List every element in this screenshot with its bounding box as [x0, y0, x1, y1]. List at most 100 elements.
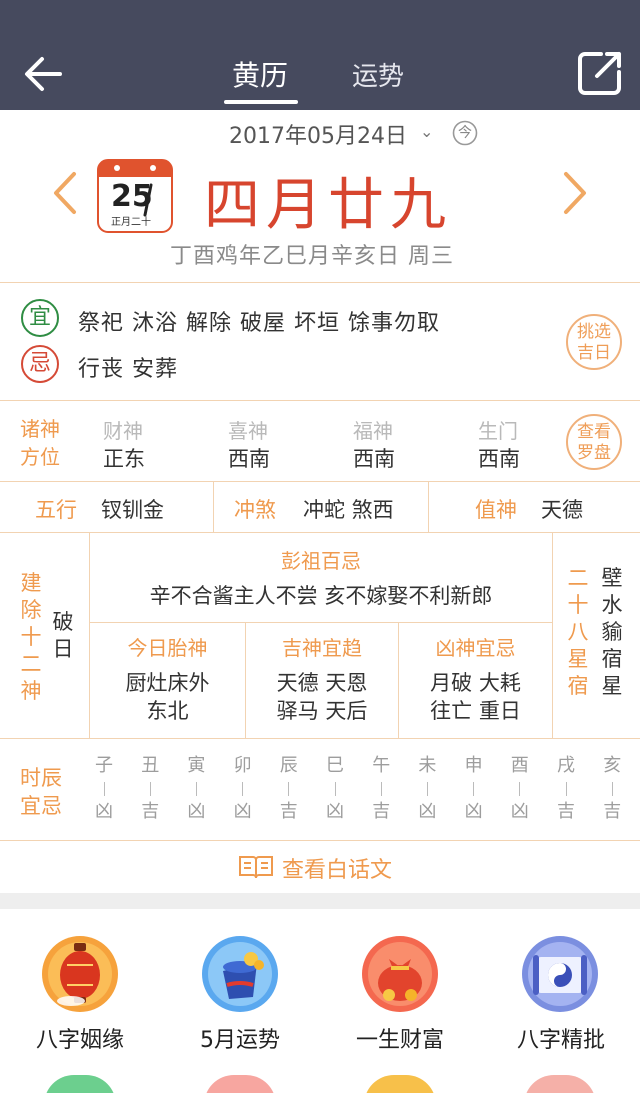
pick-auspicious-day-button[interactable]: 挑选 吉日 — [566, 314, 622, 370]
hour-branch: 午 — [372, 755, 391, 776]
lantern-icon-graphic — [42, 936, 118, 1012]
service-icon-partial-2[interactable] — [204, 1075, 276, 1093]
god-name-shengmen: 生门 — [478, 419, 518, 443]
lantern-icon[interactable] — [41, 935, 119, 1013]
today-button[interactable]: 今 — [452, 120, 478, 146]
chongsha-value: 冲蛇 煞西 — [303, 498, 394, 522]
hours-label-line1: 时辰 — [20, 766, 62, 790]
hour-connector — [242, 782, 244, 796]
next-day-arrow-icon[interactable] — [560, 170, 590, 216]
view-compass-button[interactable]: 查看 罗盘 — [566, 414, 622, 470]
calendar-icon[interactable]: 25 正月二十 — [97, 157, 173, 233]
hour-column: 戌吉 — [551, 754, 581, 824]
gods-label-line1: 诸神 — [20, 417, 60, 441]
xiongshen-values: 月破 大耗 往亡 重日 — [399, 669, 552, 725]
wuxing-value: 钗钏金 — [101, 498, 164, 522]
service-icon-partial-1[interactable] — [44, 1075, 116, 1093]
compass-button-line1: 查看 — [577, 422, 611, 442]
back-arrow-icon[interactable] — [22, 52, 66, 96]
book-icon — [239, 856, 273, 879]
treasure-pot-icon[interactable] — [201, 935, 279, 1013]
service-label-monthly-fortune[interactable]: 5月运势 — [160, 1022, 320, 1054]
pick-button-line1: 挑选 — [577, 322, 611, 342]
hour-column: 午吉 — [366, 754, 396, 824]
compass-button-line2: 罗盘 — [577, 443, 611, 463]
divider — [0, 282, 640, 283]
hour-branch: 申 — [464, 755, 483, 776]
jishen-title: 吉神宜趋 — [282, 636, 362, 660]
hour-branch: 戌 — [557, 755, 575, 776]
xingsu-label-text: 二十八星宿 — [567, 566, 589, 698]
service-icon-partial-3[interactable] — [364, 1075, 436, 1093]
hour-connector — [519, 782, 521, 796]
hour-branch: 寅 — [187, 755, 206, 776]
god-name-fushen: 福神 — [353, 419, 393, 443]
hour-connector — [426, 782, 428, 796]
prev-day-arrow-icon[interactable] — [50, 170, 80, 216]
yi-activities: 祭祀 沐浴 解除 破屋 坏垣 馀事勿取 — [78, 311, 440, 336]
tab-yunshi[interactable]: 运势 — [352, 56, 404, 93]
hour-column: 卯凶 — [228, 754, 258, 824]
today-badge-label: 今 — [458, 125, 472, 141]
hour-connector — [565, 782, 567, 796]
taishen-title: 今日胎神 — [127, 636, 208, 660]
hour-branch: 巳 — [326, 755, 344, 776]
money-bag-graphic — [362, 936, 438, 1012]
zhishen-label: 值神 — [475, 498, 517, 522]
hour-connector — [473, 782, 475, 796]
god-dir-shengmen: 西南 — [478, 447, 520, 471]
gods-label-line2: 方位 — [20, 445, 60, 469]
zhishen-value: 天德 — [541, 498, 583, 522]
pengzu-text: 辛不合酱主人不尝 亥不嫁娶不利新郎 — [149, 584, 493, 608]
hour-column: 寅凶 — [181, 754, 211, 824]
money-bag-icon[interactable] — [361, 935, 439, 1013]
jianchu-label: 建除十二神 — [19, 570, 43, 705]
chevron-down-icon[interactable]: ⌄ — [420, 122, 433, 141]
divider — [90, 622, 552, 623]
god-name-xishen: 喜神 — [228, 419, 268, 443]
view-plain-text-label: 查看白话文 — [282, 858, 393, 883]
hours-label-line2: 宜忌 — [20, 794, 62, 818]
hour-luck: 凶 — [233, 801, 252, 822]
taishen-line1: 厨灶床外 — [125, 671, 210, 695]
ganzhi-date: 丁酉鸡年乙巳月辛亥日 周三 — [170, 244, 454, 269]
hour-branch: 未 — [418, 755, 437, 776]
xingsu-value: 壁水貐宿星 — [600, 565, 624, 700]
hour-connector — [103, 782, 105, 796]
bagua-scroll-graphic — [522, 936, 598, 1012]
gregorian-date-selector[interactable]: 2017年05月24日 — [229, 118, 407, 150]
hour-branch: 酉 — [510, 755, 529, 776]
lunar-date: 四月廿九 — [204, 173, 452, 238]
service-label-marriage[interactable]: 八字姻缘 — [0, 1022, 160, 1054]
service-icon-partial-4[interactable] — [524, 1075, 596, 1093]
wuxing-label: 五行 — [35, 498, 77, 522]
god-name-caishen: 财神 — [103, 419, 143, 443]
top-nav-bar: 黄历 运势 — [0, 0, 640, 110]
divider — [0, 481, 640, 482]
god-dir-caishen: 正东 — [103, 447, 145, 471]
divider — [0, 400, 640, 401]
divider — [552, 533, 553, 738]
hour-luck: 凶 — [464, 801, 483, 822]
share-icon[interactable] — [577, 50, 623, 96]
bagua-scroll-icon[interactable] — [521, 935, 599, 1013]
hour-connector — [195, 782, 197, 796]
hour-column: 巳凶 — [320, 754, 350, 824]
hours-label: 时辰 宜忌 — [20, 764, 62, 820]
divider — [0, 532, 640, 533]
jishen-line2: 驿马 天后 — [276, 699, 368, 723]
section-separator — [0, 893, 640, 909]
taishen-values: 厨灶床外 东北 — [90, 669, 245, 725]
xingsu-value-text: 壁水貐宿星 — [601, 566, 623, 698]
yi-badge: 宜 — [21, 299, 59, 337]
god-dir-xishen: 西南 — [228, 447, 270, 471]
tab-huangli[interactable]: 黄历 — [232, 54, 288, 94]
taishen-line2: 东北 — [146, 699, 189, 723]
hour-luck: 凶 — [418, 801, 437, 822]
service-label-bazi-analysis[interactable]: 八字精批 — [481, 1022, 640, 1054]
service-label-lifetime-wealth[interactable]: 一生财富 — [320, 1022, 480, 1054]
treasure-pot-graphic — [202, 936, 278, 1012]
pick-button-line2: 吉日 — [577, 343, 611, 363]
hour-luck: 吉 — [557, 801, 575, 822]
hour-branch: 丑 — [141, 755, 160, 776]
